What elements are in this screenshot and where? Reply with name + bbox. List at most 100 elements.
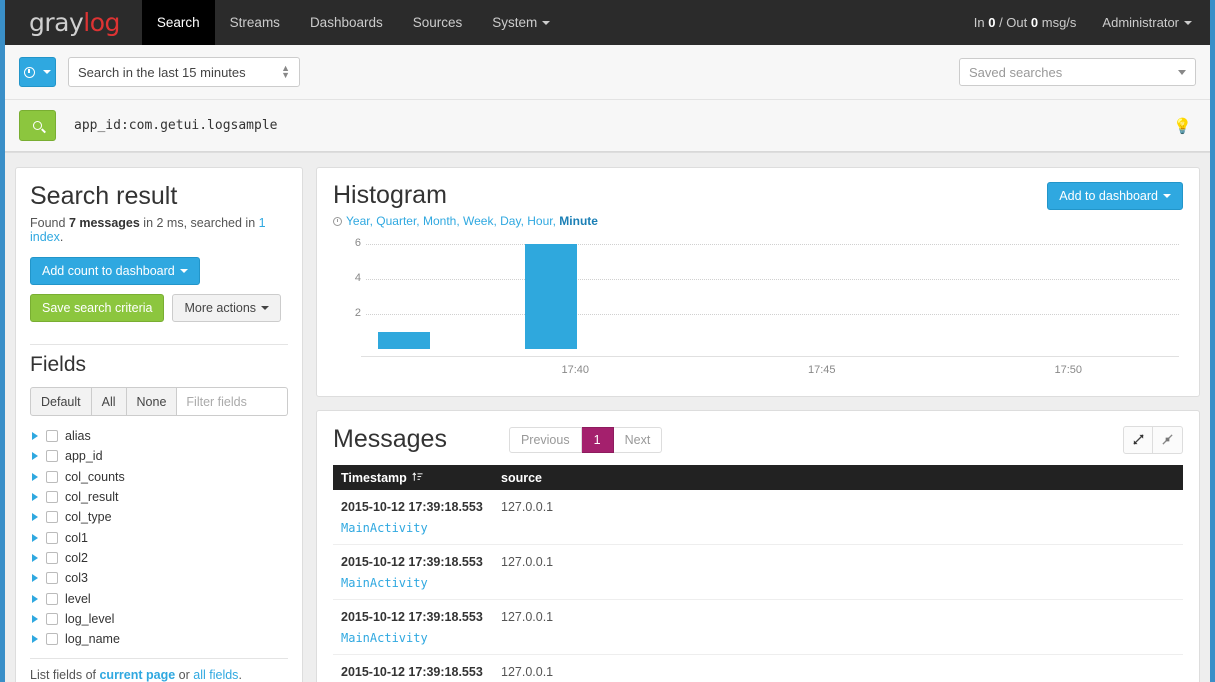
search-submit-button[interactable] [19, 110, 56, 141]
resolution-week[interactable]: Week [463, 214, 493, 228]
field-row[interactable]: col2 [30, 548, 282, 568]
field-row[interactable]: alias [30, 426, 282, 446]
time-range-row: Search in the last 15 minutes ▲ ▼ Saved s… [5, 45, 1210, 100]
resolution-quarter[interactable]: Quarter [376, 214, 416, 228]
field-row[interactable]: app_id [30, 446, 282, 466]
field-row[interactable]: log_name [30, 629, 282, 649]
expand-triangle-icon[interactable] [32, 493, 38, 502]
field-row[interactable]: log_level [30, 609, 282, 629]
user-menu[interactable]: Administrator [1102, 15, 1192, 30]
time-range-button[interactable] [19, 57, 56, 87]
saved-searches-select[interactable]: Saved searches [959, 58, 1196, 86]
nav-item-sources[interactable]: Sources [398, 0, 478, 45]
field-row[interactable]: col1 [30, 527, 282, 547]
field-label: col1 [65, 530, 88, 545]
table-row[interactable]: 2015-10-12 17:39:18.553127.0.0.1MainActi… [333, 490, 1183, 545]
x-axis-tick: 17:50 [1054, 364, 1083, 376]
field-checkbox[interactable] [46, 430, 58, 443]
current-page-link[interactable]: current page [99, 668, 175, 682]
fields-list[interactable]: alias app_id col_counts col_result col_typec… [30, 426, 288, 651]
expand-triangle-icon[interactable] [32, 513, 38, 522]
resolution-hour[interactable]: Hour [527, 214, 552, 228]
add-to-dashboard-button[interactable]: Add to dashboard [1047, 182, 1183, 210]
fields-preset-none[interactable]: None [126, 387, 178, 416]
field-checkbox[interactable] [46, 491, 58, 504]
collapse-all-button[interactable] [1153, 425, 1183, 454]
all-fields-link[interactable]: all fields [193, 668, 238, 682]
search-query-input[interactable]: app_id:com.getui.logsample [74, 118, 1173, 133]
field-row[interactable]: level [30, 588, 282, 608]
message-summary-line: 2015-10-12 17:39:18.553 127.0.0.1 [341, 665, 1175, 679]
chevron-down-icon [1163, 194, 1171, 198]
histogram-bar[interactable] [378, 331, 431, 349]
resolution-day[interactable]: Day [500, 214, 520, 228]
pagination-next[interactable]: Next [613, 426, 663, 453]
field-label: level [65, 591, 91, 606]
add-count-to-dashboard-button[interactable]: Add count to dashboard [30, 257, 200, 285]
messages-table: Timestamp source 2015-10-12 17:39:18.553… [333, 465, 1183, 682]
field-checkbox[interactable] [46, 531, 58, 544]
field-checkbox[interactable] [46, 470, 58, 483]
field-row[interactable]: col_result [30, 487, 282, 507]
nav-label-sources: Sources [412, 15, 463, 30]
field-checkbox[interactable] [46, 572, 58, 585]
nav-item-system[interactable]: System [477, 0, 565, 45]
pagination-page-1[interactable]: 1 [581, 426, 614, 453]
resolution-year[interactable]: Year [346, 214, 370, 228]
user-menu-label: Administrator [1102, 15, 1179, 30]
filter-fields-input[interactable] [177, 387, 288, 416]
table-row[interactable]: 2015-10-12 17:39:18.553127.0.0.1MainActi… [333, 655, 1183, 682]
expand-triangle-icon[interactable] [32, 452, 38, 461]
resolution-month[interactable]: Month [423, 214, 456, 228]
more-actions-button[interactable]: More actions [172, 294, 282, 322]
pagination: Previous 1 Next [508, 426, 663, 453]
column-header-timestamp[interactable]: Timestamp [341, 471, 501, 485]
field-checkbox[interactable] [46, 592, 58, 605]
fields-controls: Default All None [30, 387, 288, 416]
histogram-bar[interactable] [524, 244, 577, 349]
messages-title: Messages [333, 425, 447, 453]
time-range-select[interactable]: Search in the last 15 minutes ▲ ▼ [68, 57, 300, 87]
field-row[interactable]: col3 [30, 568, 282, 588]
field-checkbox[interactable] [46, 450, 58, 463]
table-row[interactable]: 2015-10-12 17:39:18.553127.0.0.1MainActi… [333, 600, 1183, 655]
resolution-minute[interactable]: Minute [559, 214, 598, 228]
nav-item-dashboards[interactable]: Dashboards [295, 0, 398, 45]
field-checkbox[interactable] [46, 511, 58, 524]
field-row[interactable]: col_type [30, 507, 282, 527]
throughput-unit: msg/s [1041, 15, 1077, 30]
expand-triangle-icon[interactable] [32, 553, 38, 562]
expand-triangle-icon[interactable] [32, 614, 38, 623]
field-checkbox[interactable] [46, 633, 58, 646]
field-row[interactable]: col_counts [30, 467, 282, 487]
add-to-dashboard-label: Add to dashboard [1059, 189, 1158, 203]
nav-item-streams[interactable]: Streams [215, 0, 295, 45]
column-header-source[interactable]: source [501, 471, 542, 485]
nav-item-search[interactable]: Search [141, 0, 215, 45]
expand-triangle-icon[interactable] [32, 574, 38, 583]
graylog-logo[interactable]: gray log [5, 0, 142, 45]
field-checkbox[interactable] [46, 612, 58, 625]
search-actions-row: Save search criteria More actions [30, 294, 288, 322]
expand-triangle-icon[interactable] [32, 635, 38, 644]
fields-heading: Fields [30, 353, 87, 376]
field-row[interactable]: log_timestamp [30, 649, 282, 651]
save-search-criteria-button[interactable]: Save search criteria [30, 294, 165, 322]
lightbulb-icon[interactable]: 💡 [1173, 117, 1192, 135]
expand-triangle-icon[interactable] [32, 432, 38, 441]
footer-end: . [238, 668, 242, 682]
field-checkbox[interactable] [46, 551, 58, 564]
expand-triangle-icon[interactable] [32, 472, 38, 481]
expand-triangle-icon[interactable] [32, 594, 38, 603]
column-label-timestamp: Timestamp [341, 470, 407, 485]
pagination-previous[interactable]: Previous [508, 426, 582, 453]
fields-preset-default[interactable]: Default [30, 387, 92, 416]
table-row[interactable]: 2015-10-12 17:39:18.553127.0.0.1MainActi… [333, 545, 1183, 600]
fields-preset-all[interactable]: All [91, 387, 127, 416]
search-result-summary: Found 7 messages in 2 ms, searched in 1 … [30, 216, 288, 244]
field-label: alias [65, 429, 91, 444]
throughput-out-value: 0 [1030, 15, 1039, 30]
expand-all-button[interactable] [1123, 425, 1153, 454]
histogram-chart[interactable]: 2 4 6 17:40 17:45 17:50 [333, 237, 1183, 386]
expand-triangle-icon[interactable] [32, 533, 38, 542]
